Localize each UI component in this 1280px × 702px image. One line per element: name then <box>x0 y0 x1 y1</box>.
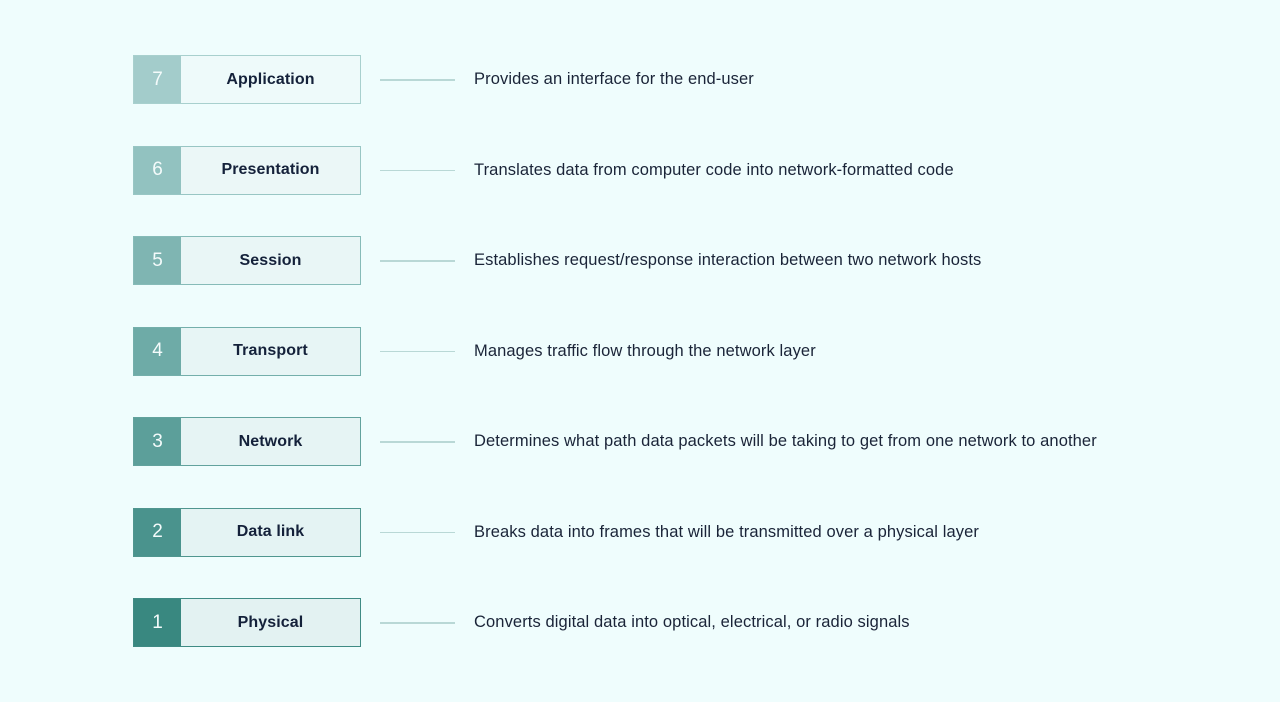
layer-number: 2 <box>134 508 181 556</box>
layer-description: Breaks data into frames that will be tra… <box>474 522 979 541</box>
layer-number: 7 <box>134 56 181 103</box>
layer-number: 5 <box>134 237 181 284</box>
layer-name: Session <box>239 251 302 269</box>
layer-box: 3 Network <box>133 417 361 466</box>
layer-description: Manages traffic flow through the network… <box>474 341 816 360</box>
layer-box: 5 Session <box>133 236 361 285</box>
layer-row-application: 7 Application Provides an interface for … <box>133 55 1233 104</box>
layer-description: Translates data from computer code into … <box>474 160 954 179</box>
layer-name: Application <box>226 70 315 88</box>
layer-number: 3 <box>134 418 181 465</box>
connector-line <box>380 260 455 262</box>
layer-row-data-link: 2 Data link Breaks data into frames that… <box>133 507 1233 557</box>
layer-box: 4 Transport <box>133 326 361 376</box>
layer-name: Data link <box>236 523 305 540</box>
connector-line <box>380 169 455 171</box>
layer-name: Presentation <box>221 161 320 178</box>
layer-box: 7 Application <box>133 55 361 104</box>
layer-description: Converts digital data into optical, elec… <box>474 613 910 631</box>
layer-box: 1 Physical <box>133 598 361 647</box>
layer-number: 1 <box>134 599 181 646</box>
layer-description: Provides an interface for the end-user <box>474 70 754 88</box>
layer-row-session: 5 Session Establishes request/response i… <box>133 236 1233 285</box>
connector-line <box>380 79 455 81</box>
layer-description: Determines what path data packets will b… <box>474 432 1097 450</box>
layer-box: 6 Presentation <box>133 145 361 195</box>
layer-row-transport: 4 Transport Manages traffic flow through… <box>133 326 1233 376</box>
layer-row-physical: 1 Physical Converts digital data into op… <box>133 598 1233 647</box>
layer-box: 2 Data link <box>133 507 361 557</box>
layer-number: 4 <box>134 327 181 375</box>
layer-name: Transport <box>233 342 308 359</box>
layer-row-presentation: 6 Presentation Translates data from comp… <box>133 145 1233 195</box>
layer-name: Physical <box>237 613 304 631</box>
layer-description: Establishes request/response interaction… <box>474 251 982 269</box>
layer-row-network: 3 Network Determines what path data pack… <box>133 417 1233 466</box>
connector-line <box>380 441 455 443</box>
layer-name: Network <box>238 432 303 450</box>
connector-line <box>380 622 455 624</box>
layer-number: 6 <box>134 146 181 194</box>
connector-line <box>380 350 455 352</box>
connector-line <box>380 531 455 533</box>
